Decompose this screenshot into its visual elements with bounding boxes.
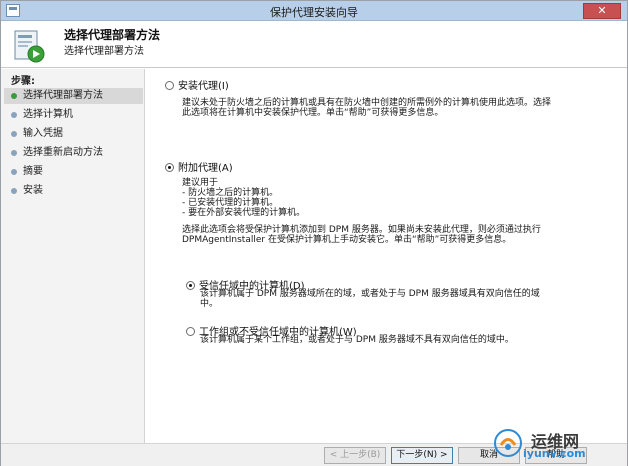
step-summary[interactable]: 摘要 [4,164,143,180]
step-bullet-icon [11,131,17,137]
install-agent-radio[interactable] [165,81,174,90]
step-install[interactable]: 安装 [4,183,143,199]
install-agent-label: 安装代理(I) [178,81,229,92]
trusted-domain-description: 该计算机属于 DPM 服务器域所在的域，或者处于与 DPM 服务器域具有双向信任… [200,289,540,309]
page-heading: 选择代理部署方法 [64,28,161,42]
step-current-icon [11,93,17,99]
step-bullet-icon [11,112,17,118]
untrusted-domain-description: 该计算机属于某个工作组，或者处于与 DPM 服务器域不具有双向信任的域中。 [200,335,514,345]
install-agent-option[interactable]: 安装代理(I) [165,77,229,92]
window-title: 保护代理安装向导 [270,6,358,19]
deployment-wizard-icon [14,30,45,63]
step-enter-credentials[interactable]: 输入凭据 [4,126,143,142]
step-label: 安装 [23,185,43,196]
step-label: 摘要 [23,166,43,177]
step-select-deployment-method[interactable]: 选择代理部署方法 [4,88,143,104]
wizard-header: 选择代理部署方法 选择代理部署方法 [1,22,627,68]
steps-sidebar: 步骤: 选择代理部署方法 选择计算机 输入凭据 选择重新启动方法 摘要 安装 [1,69,145,443]
step-label: 选择计算机 [23,109,73,120]
trusted-domain-radio[interactable] [186,281,195,290]
attach-agent-radio[interactable] [165,163,174,172]
next-button[interactable]: 下一步(N) > [391,447,453,464]
site-watermark: 运维网 iyunv.com [493,428,615,462]
step-bullet-icon [11,169,17,175]
untrusted-domain-radio[interactable] [186,327,195,336]
step-label: 选择代理部署方法 [23,90,103,101]
step-bullet-icon [11,150,17,156]
step-label: 输入凭据 [23,128,63,139]
steps-title: 步骤: [11,76,35,87]
attach-agent-label: 附加代理(A) [178,163,233,174]
step-bullet-icon [11,188,17,194]
install-agent-description: 建议未处于防火墙之后的计算机或具有在防火墙中创建的所需例外的计算机使用此选项。选… [182,98,552,118]
step-label: 选择重新启动方法 [23,147,103,158]
watermark-logo-icon [494,429,522,457]
attach-agent-note: 选择此选项会将受保护计算机添加到 DPM 服务器。如果尚未安装此代理，则必须通过… [182,225,541,245]
step-restart-method[interactable]: 选择重新启动方法 [4,145,143,161]
watermark-url: iyunv.com [523,447,586,460]
wizard-window: 保护代理安装向导 ✕ 选择代理部署方法 选择代理部署方法 步骤: 选择代理部署方… [0,0,628,466]
title-bar[interactable]: 保护代理安装向导 ✕ [1,1,627,21]
step-select-computers[interactable]: 选择计算机 [4,107,143,123]
attach-agent-option[interactable]: 附加代理(A) [165,159,233,174]
page-subheading: 选择代理部署方法 [64,46,144,57]
close-button[interactable]: ✕ [583,3,621,19]
back-button[interactable]: < 上一步(B) [324,447,386,464]
wizard-content: 安装代理(I) 建议未处于防火墙之后的计算机或具有在防火墙中创建的所需例外的计算… [146,69,627,443]
attach-agent-recommendations: 建议用于 - 防火墙之后的计算机。 - 已安装代理的计算机。 - 要在外部安装代… [182,178,306,218]
